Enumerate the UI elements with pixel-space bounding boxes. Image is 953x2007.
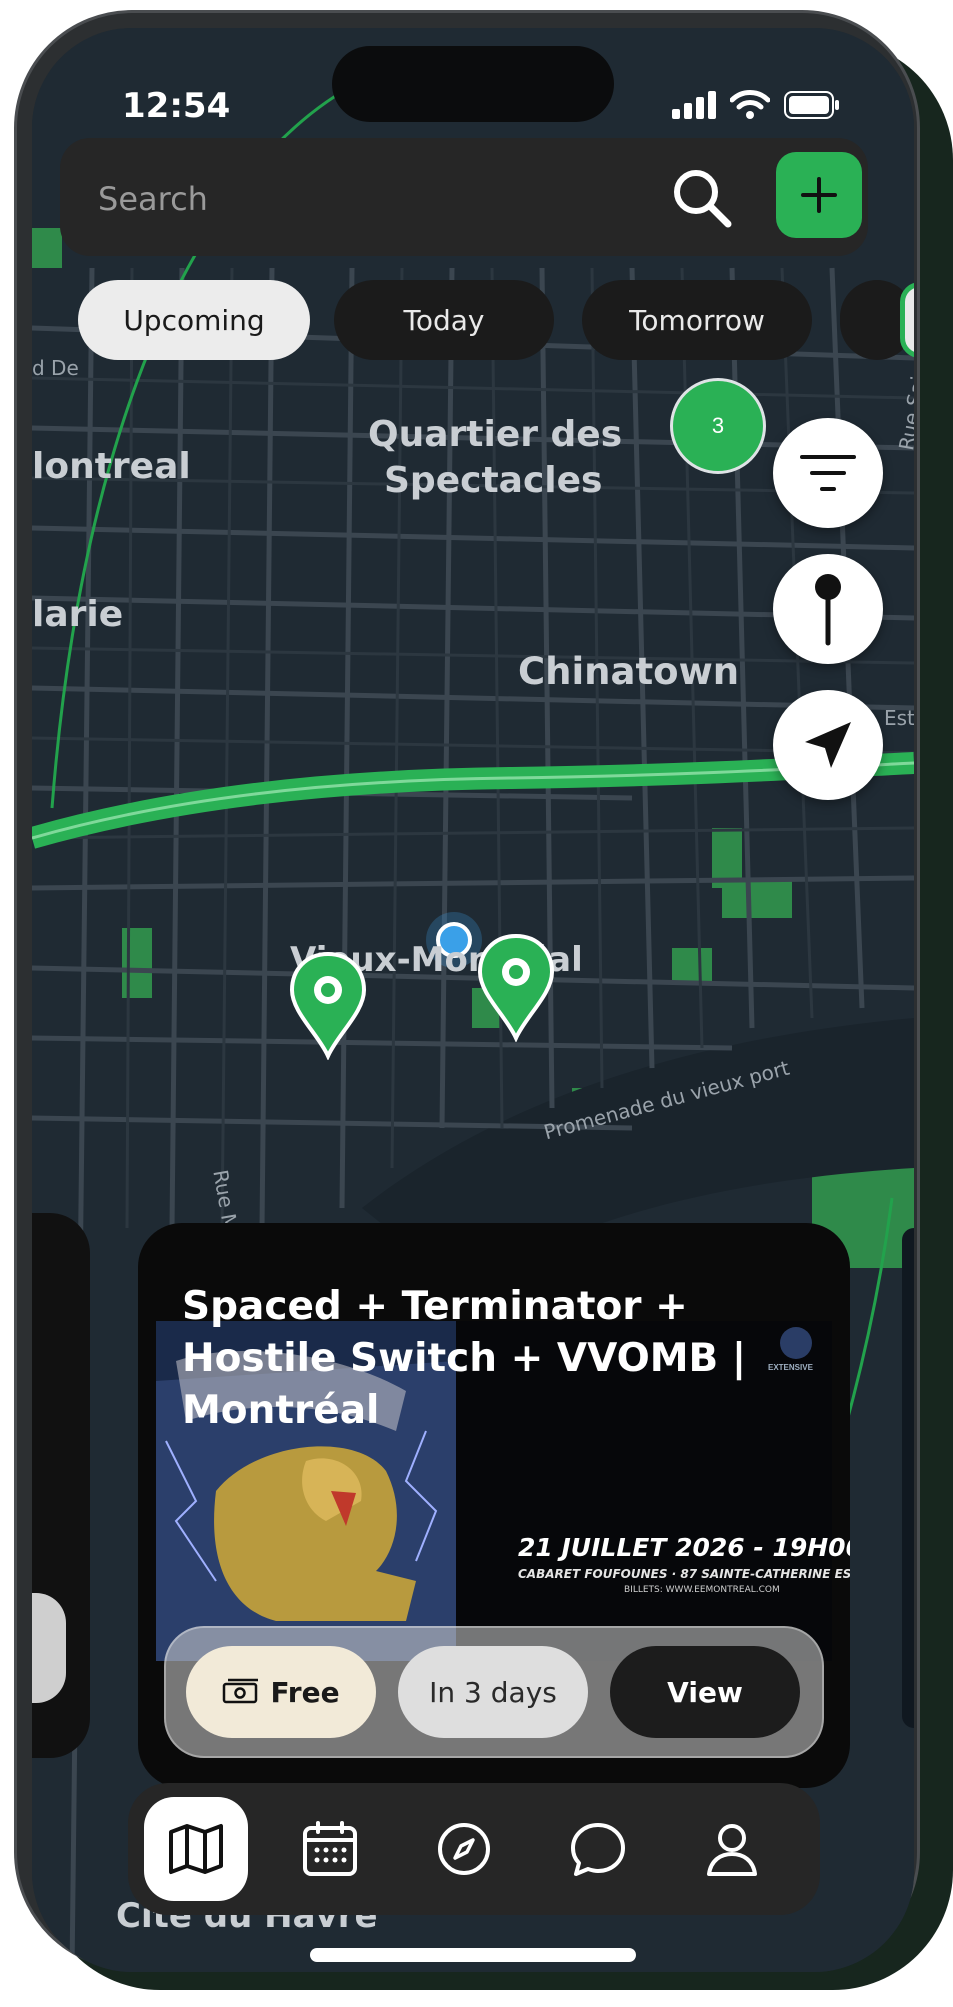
user-icon	[707, 1824, 757, 1876]
wifi-icon	[730, 90, 770, 119]
tab-profile[interactable]	[680, 1797, 784, 1901]
tab-explore[interactable]	[412, 1797, 516, 1901]
map-label-montreal: lontreal	[32, 446, 191, 487]
filter-upcoming[interactable]: Upcoming	[78, 280, 310, 360]
previous-card-badge	[32, 1593, 66, 1703]
tab-bar	[128, 1783, 820, 1915]
status-icons	[672, 90, 840, 120]
add-event-button[interactable]	[776, 152, 862, 238]
event-card[interactable]: EXTENSIVE 21 JUILLET 2026 - 19H00 CABARE…	[138, 1223, 850, 1788]
map-label-chinatown: Chinatown	[518, 650, 740, 693]
tab-calendar[interactable]	[278, 1797, 382, 1901]
poster-date: 21 JUILLET 2026 - 19H00	[518, 1533, 850, 1562]
map-label-spectacles: Spectacles	[384, 460, 603, 501]
pin-icon	[815, 574, 841, 646]
calendar-icon	[303, 1821, 357, 1876]
event-cluster[interactable]: 3	[670, 378, 766, 474]
event-actions-bar: Free In 3 days View	[164, 1626, 824, 1758]
plus-icon	[801, 177, 837, 213]
price-label: Free	[270, 1675, 340, 1709]
home-indicator[interactable]	[310, 1948, 636, 1962]
battery-icon	[784, 91, 839, 119]
map-label-marie: larie	[32, 594, 124, 635]
event-pin[interactable]	[476, 932, 556, 1042]
previous-event-card[interactable]	[32, 1213, 90, 1758]
poster-venue: CABARET FOUFOUNES · 87 SAINTE-CATHERINE …	[518, 1567, 850, 1581]
dynamic-island	[332, 46, 614, 122]
banknote-icon	[223, 1678, 259, 1704]
signal-icon	[672, 91, 716, 119]
map-icon	[169, 1824, 223, 1874]
app-screen: Quartier des Spectacles lontreal larie C…	[32, 28, 914, 1972]
poster-tickets: BILLETS: WWW.EEMONTREAL.COM	[624, 1585, 780, 1595]
event-title: Spaced + Terminator + Hostile Switch + V…	[182, 1284, 747, 1433]
map-label-est: Est	[884, 706, 914, 730]
tab-map[interactable]	[144, 1797, 248, 1901]
filter-edge-indicator	[900, 282, 914, 358]
time-until-pill[interactable]: In 3 days	[398, 1646, 588, 1738]
filter-today[interactable]: Today	[334, 280, 554, 360]
price-pill[interactable]: Free	[186, 1646, 376, 1738]
event-pin[interactable]	[288, 950, 368, 1060]
tab-messages[interactable]	[546, 1797, 650, 1901]
view-button[interactable]: View	[610, 1646, 800, 1738]
next-event-card[interactable]	[902, 1228, 914, 1728]
compass-icon	[438, 1823, 490, 1875]
chat-bubble-icon	[571, 1823, 625, 1876]
search-icon[interactable]	[670, 166, 734, 230]
navigation-arrow-icon	[805, 722, 851, 768]
search-input[interactable]: Search	[98, 180, 208, 218]
search-bar[interactable]: Search	[60, 138, 868, 256]
filter-tomorrow[interactable]: Tomorrow	[582, 280, 812, 360]
my-location-button[interactable]	[773, 690, 883, 800]
status-time: 12:54	[122, 86, 231, 126]
filter-button[interactable]	[773, 418, 883, 528]
pin-drop-button[interactable]	[773, 554, 883, 664]
map-label-de: d De	[32, 356, 79, 380]
map-label-quartier: Quartier des	[368, 414, 623, 455]
filter-lines-icon	[800, 455, 856, 491]
